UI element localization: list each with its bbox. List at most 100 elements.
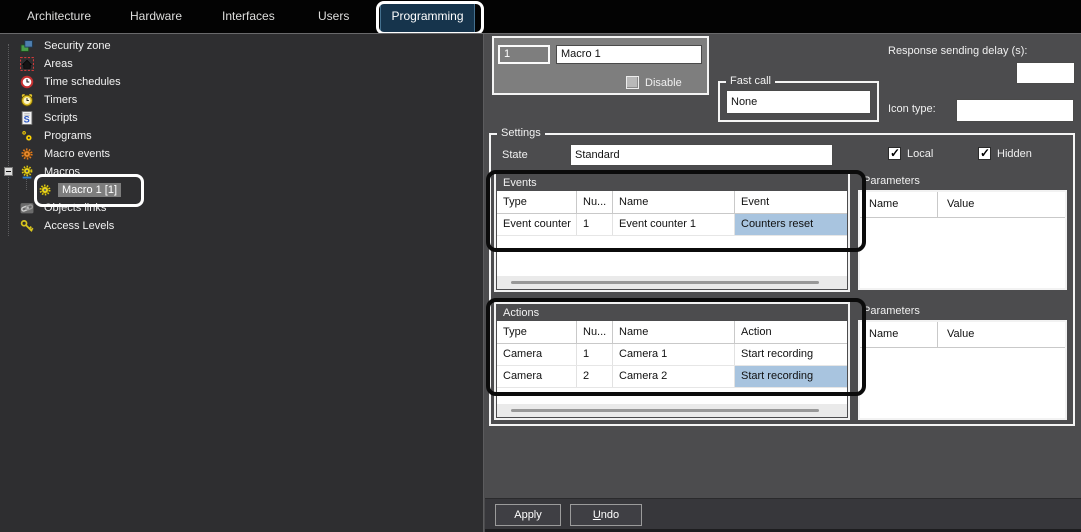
events-horizontal-scrollbar[interactable] (497, 276, 847, 289)
local-checkbox[interactable] (888, 147, 901, 160)
objects-links-icon (20, 201, 34, 215)
disable-checkbox[interactable] (626, 76, 639, 89)
tree-item-label-selected: Macro 1 [1] (58, 183, 121, 197)
disable-label: Disable (645, 77, 682, 89)
local-label: Local (907, 148, 933, 160)
collapse-toggle-macros[interactable] (4, 167, 13, 176)
scrollbar-thumb[interactable] (511, 409, 819, 412)
hidden-checkbox[interactable] (978, 147, 991, 160)
cell-number: 2 (577, 366, 613, 387)
icon-type-dropdown[interactable] (956, 99, 1074, 122)
parameters-bottom-header: Name Value (860, 322, 1065, 348)
tree-item-macro-events[interactable]: Macro events (0, 145, 300, 163)
events-label: Events (503, 177, 537, 189)
column-header[interactable]: Name (860, 192, 938, 217)
events-table[interactable]: Type Nu... Name Event Event counter 1 Ev… (497, 191, 847, 289)
macro-number-field[interactable]: 1 (498, 45, 550, 64)
app-window: Architecture Hardware Interfaces Users P… (0, 0, 1081, 532)
time-schedules-icon (20, 75, 34, 89)
security-zone-icon (20, 39, 34, 53)
macro-name-field[interactable]: Macro 1 (556, 45, 702, 64)
tab-hardware[interactable]: Hardware (130, 0, 182, 33)
tree-item-time-schedules[interactable]: Time schedules (0, 73, 300, 91)
tree-item-objects-links[interactable]: Objects links (0, 199, 300, 217)
actions-table[interactable]: Type Nu... Name Action Camera 1 Camera 1… (497, 321, 847, 417)
macro-identity-group: 1 Macro 1 Disable (492, 36, 709, 95)
icon-type-label: Icon type: (888, 103, 936, 115)
tab-architecture[interactable]: Architecture (27, 0, 91, 33)
column-header[interactable]: Nu... (577, 191, 613, 213)
tree-item-security-zone[interactable]: Security zone (0, 37, 300, 55)
scripts-icon: S (20, 111, 34, 125)
object-tree: Security zone Areas Time schedules Timer… (0, 34, 484, 532)
tab-users[interactable]: Users (318, 0, 349, 33)
svg-text:S: S (24, 114, 30, 124)
tree-item-programs[interactable]: Programs (0, 127, 300, 145)
undo-button[interactable]: Undo (570, 504, 642, 526)
actions-table-header: Type Nu... Name Action (497, 321, 847, 344)
parameters-top-table[interactable]: Name Value (858, 190, 1067, 290)
cell-name: Camera 2 (613, 366, 735, 387)
fast-call-label: Fast call (726, 75, 775, 87)
parameters-top-label: Parameters (863, 175, 920, 187)
table-empty-area (860, 348, 1065, 418)
hidden-label: Hidden (997, 148, 1032, 160)
tree-item-label: Security zone (40, 39, 115, 53)
tree-item-label: Access Levels (40, 219, 118, 233)
cell-name: Event counter 1 (613, 214, 735, 235)
column-header[interactable]: Name (860, 322, 938, 347)
tree-item-areas[interactable]: Areas (0, 55, 300, 73)
response-delay-label: Response sending delay (s): (888, 45, 1027, 57)
column-header[interactable]: Action (735, 321, 847, 343)
tree-item-label: Objects links (40, 201, 110, 215)
tree-item-label: Time schedules (40, 75, 125, 89)
tab-interfaces[interactable]: Interfaces (222, 0, 275, 33)
undo-accelerator: U (593, 509, 601, 521)
actions-horizontal-scrollbar[interactable] (497, 404, 847, 417)
column-header[interactable]: Value (938, 192, 1065, 217)
table-row[interactable]: Event counter 1 Event counter 1 Counters… (497, 214, 847, 236)
tree-item-macro-1[interactable]: Macro 1 [1] (0, 181, 300, 199)
cell-action[interactable]: Start recording (735, 344, 847, 365)
cell-type: Camera (497, 344, 577, 365)
parameters-bottom-label: Parameters (863, 305, 920, 317)
cell-action[interactable]: Start recording (735, 366, 847, 387)
tree-item-label: Macros (40, 165, 84, 179)
actions-label: Actions (503, 307, 539, 319)
tree-item-label: Programs (40, 129, 96, 143)
timers-icon (20, 93, 34, 107)
column-header[interactable]: Event (735, 191, 847, 213)
table-empty-area (860, 218, 1065, 288)
table-row[interactable]: Camera 1 Camera 1 Start recording (497, 344, 847, 366)
apply-button[interactable]: Apply (495, 504, 561, 526)
table-empty-area (497, 236, 847, 276)
column-header[interactable]: Name (613, 191, 735, 213)
column-header[interactable]: Type (497, 321, 577, 343)
tree-item-timers[interactable]: Timers (0, 91, 300, 109)
response-delay-field[interactable] (1016, 62, 1075, 84)
state-label: State (502, 149, 528, 161)
column-header[interactable]: Type (497, 191, 577, 213)
settings-label: Settings (497, 127, 545, 139)
column-header[interactable]: Value (938, 322, 1065, 347)
fast-call-field[interactable]: None (726, 90, 871, 114)
tree-item-macros[interactable]: Macros (0, 163, 300, 181)
macro-icon (38, 183, 52, 197)
tree-item-label: Macro events (40, 147, 114, 161)
column-header[interactable]: Name (613, 321, 735, 343)
parameters-bottom-table[interactable]: Name Value (858, 320, 1067, 420)
cell-type: Camera (497, 366, 577, 387)
tree-item-scripts[interactable]: S Scripts (0, 109, 300, 127)
events-table-header: Type Nu... Name Event (497, 191, 847, 214)
access-levels-icon (20, 219, 34, 233)
undo-label-rest: ndo (601, 509, 619, 521)
column-header[interactable]: Nu... (577, 321, 613, 343)
cell-event[interactable]: Counters reset (735, 214, 847, 235)
state-dropdown[interactable]: Standard (570, 144, 833, 166)
tree-item-access-levels[interactable]: Access Levels (0, 217, 300, 235)
parameters-top-header: Name Value (860, 192, 1065, 218)
scrollbar-thumb[interactable] (511, 281, 819, 284)
table-row[interactable]: Camera 2 Camera 2 Start recording (497, 366, 847, 388)
top-menu-bar: Architecture Hardware Interfaces Users P… (0, 0, 1081, 33)
tab-programming[interactable]: Programming (380, 3, 475, 33)
